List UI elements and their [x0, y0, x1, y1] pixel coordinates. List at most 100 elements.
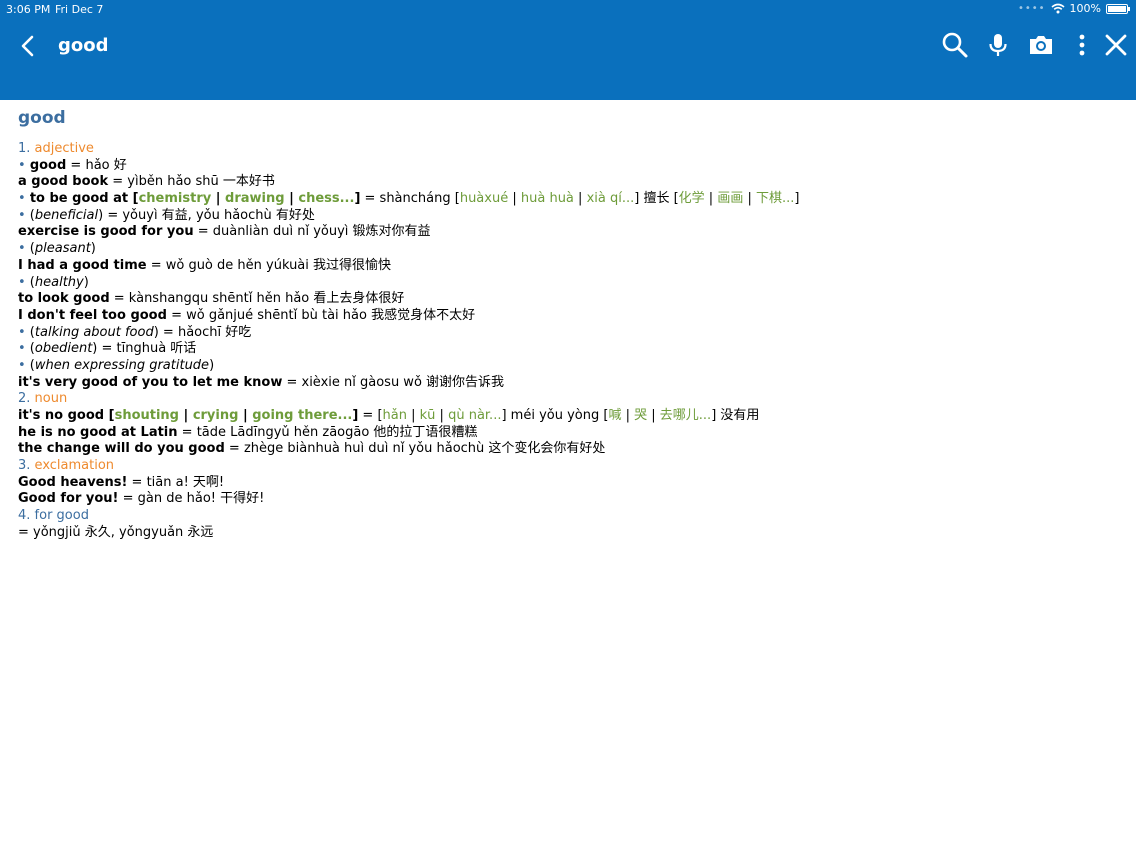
translation: = xièxie nǐ gàosu wǒ 谢谢你告诉我: [282, 374, 505, 390]
separator: |: [743, 191, 756, 207]
sense-label: obedient: [34, 341, 93, 357]
close-icon[interactable]: [1101, 30, 1131, 60]
example: I don't feel too good: [18, 307, 167, 323]
paren: ): [83, 274, 89, 290]
translation: = wǒ guò de hěn yúkuài 我过得很愉快: [146, 257, 392, 273]
headphrase: good: [29, 157, 67, 173]
paren: (: [25, 241, 35, 257]
translation: = shàncháng [: [360, 191, 460, 207]
translation: = yìběn hǎo shū 一本好书: [108, 174, 275, 190]
example-line: Good heavens! = tiān a! 天啊!: [18, 475, 799, 492]
sense-heading: 2. noun: [18, 391, 799, 408]
separator: |: [621, 408, 635, 423]
example-line: to look good = kànshangqu shēntǐ hěn hǎo…: [18, 291, 799, 308]
paren: (: [25, 274, 35, 290]
headword: good: [18, 108, 66, 128]
example: it's very good of you to let me know: [18, 374, 283, 390]
paren: ): [209, 357, 215, 373]
example: he is no good at Latin: [18, 424, 178, 440]
translation: = gàn de hǎo! 干得好!: [118, 491, 265, 507]
alt-option: 化学: [678, 191, 705, 207]
microphone-icon[interactable]: [983, 30, 1013, 60]
translation: = kànshangqu shēntǐ hěn hǎo 看上去身体很好: [109, 291, 405, 307]
translation: ] 没有用: [711, 408, 760, 423]
example: it's no good: [18, 408, 105, 423]
sense-heading: 3. exclamation: [18, 458, 799, 475]
sense-number: 3.: [18, 458, 31, 474]
bullet: •: [18, 241, 26, 257]
paren: (: [25, 341, 35, 357]
translation: = yǒngjiǔ 永久, yǒngyuǎn 永远: [18, 524, 214, 540]
entry-line: • (healthy): [18, 275, 799, 292]
separator: |: [238, 408, 253, 423]
separator: |: [704, 191, 718, 207]
example-line: the change will do you good = zhège biàn…: [18, 441, 799, 458]
separator: |: [406, 408, 420, 423]
alt-option: 哭: [634, 408, 648, 423]
sense-label: pleasant: [34, 241, 91, 257]
translation: = tāde Lādīngyǔ hěn zāogāo 他的拉丁语很糟糕: [177, 424, 478, 440]
search-icon[interactable]: [940, 30, 970, 60]
translation: = zhège biànhuà huì duì nǐ yǒu hǎochù 这个…: [224, 441, 606, 457]
example-line: I had a good time = wǒ guò de hěn yúkuài…: [18, 258, 799, 275]
bullet: •: [18, 357, 26, 373]
search-query[interactable]: good: [58, 35, 109, 56]
alt-option: chemistry: [138, 191, 212, 207]
separator: |: [179, 408, 193, 423]
example: I had a good time: [18, 257, 147, 273]
example-line: exercise is good for you = duànliàn duì …: [18, 224, 799, 241]
separator: |: [211, 191, 226, 207]
translation: = tīnghuà 听话: [97, 341, 197, 357]
entry-line: • to be good at [chemistry | drawing | c…: [18, 191, 799, 208]
battery-percent: 100%: [1069, 2, 1101, 15]
entry-line: • (obedient) = tīnghuà 听话: [18, 341, 799, 358]
status-right: •••• 100%: [1017, 2, 1130, 15]
translation: ]: [794, 191, 800, 207]
camera-icon[interactable]: [1026, 30, 1056, 60]
bullet: •: [18, 157, 26, 173]
status-date: Fri Dec 7: [55, 3, 104, 16]
entry-line: • (pleasant): [18, 241, 799, 258]
sense-heading: 1. adjective: [18, 141, 799, 158]
part-of-speech: adjective: [34, 141, 94, 156]
status-bar: 3:06 PM Fri Dec 7 •••• 100%: [0, 0, 1136, 18]
wifi-icon: [1051, 3, 1065, 14]
alt-option: 下棋...: [756, 191, 795, 207]
entry-line: = yǒngjiǔ 永久, yǒngyuǎn 永远: [18, 525, 799, 542]
paren: (: [25, 357, 35, 373]
alt-option: qù nàr...: [448, 408, 502, 423]
sense-number: 2.: [18, 391, 31, 407]
nav-bar: good: [0, 22, 1136, 70]
back-chevron-icon[interactable]: [14, 32, 42, 60]
alt-option: 喊: [608, 408, 622, 423]
sense-number: 1.: [18, 141, 31, 156]
translation: = hǎochī 好吃: [158, 324, 252, 340]
alt-option: crying: [192, 408, 239, 423]
example-line: it's very good of you to let me know = x…: [18, 375, 799, 392]
translation: = tiān a! 天啊!: [127, 474, 225, 490]
signal-dots-icon: ••••: [1017, 3, 1046, 14]
more-vertical-icon[interactable]: [1067, 30, 1097, 60]
bullet: •: [18, 341, 26, 357]
entry-body: 1. adjective • good = hǎo 好 a good book …: [18, 141, 799, 542]
entry-line: • (when expressing gratitude): [18, 358, 799, 375]
example-line: I don't feel too good = wǒ gǎnjué shēntǐ…: [18, 308, 799, 325]
paren: (: [25, 324, 35, 340]
separator: |: [647, 408, 660, 423]
bullet: •: [18, 324, 26, 340]
alt-option: kū: [419, 408, 436, 423]
separator: |: [508, 191, 521, 207]
alt-option: 去哪儿...: [659, 408, 712, 423]
example: exercise is good for you: [18, 224, 194, 240]
bullet: •: [18, 207, 26, 223]
bullet: •: [18, 274, 26, 290]
alt-option: going there...: [252, 408, 353, 423]
status-time: 3:06 PM: [6, 3, 51, 16]
part-of-speech: noun: [34, 391, 68, 407]
app-header: 3:06 PM Fri Dec 7 •••• 100% good: [0, 0, 1136, 100]
example: the change will do you good: [18, 441, 225, 457]
alt-option: chess...: [298, 191, 355, 207]
sense-label: talking about food: [34, 324, 154, 340]
separator: |: [435, 408, 449, 423]
alt-option: drawing: [225, 191, 285, 207]
